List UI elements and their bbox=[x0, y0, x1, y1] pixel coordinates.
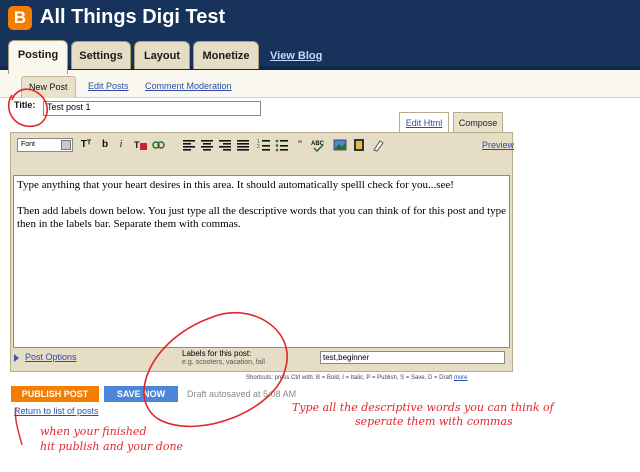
posting-subnav: New Post Edit Posts Comment Moderation bbox=[0, 70, 640, 98]
tab-settings[interactable]: Settings bbox=[71, 41, 131, 69]
text-size-icon[interactable]: Tᵀ bbox=[78, 138, 94, 152]
tab-compose[interactable]: Compose bbox=[453, 112, 503, 132]
annotation-labels-note: seperate them with commas bbox=[355, 415, 513, 428]
formatting-toolbar: Font Tᵀ b i T 12 “ ABC Preview bbox=[12, 136, 514, 156]
labels-example: e.g. scooters, vacation, fall bbox=[182, 359, 265, 366]
body-paragraph: Type anything that your heart desires in… bbox=[17, 179, 454, 191]
tab-posting[interactable]: Posting bbox=[8, 40, 68, 74]
draft-autosave-status: Draft autosaved at 5:08 AM bbox=[187, 389, 297, 399]
shortcuts-more-link[interactable]: more bbox=[454, 375, 468, 381]
align-left-icon[interactable] bbox=[182, 138, 196, 152]
add-image-icon[interactable] bbox=[333, 138, 347, 152]
labels-label: Labels for this post: bbox=[182, 349, 252, 358]
remove-formatting-icon[interactable] bbox=[371, 138, 385, 152]
annotation-publish-note: when your finished bbox=[40, 425, 147, 438]
blog-title: All Things Digi Test bbox=[40, 6, 226, 28]
svg-text:2: 2 bbox=[257, 144, 260, 150]
post-body-editor[interactable]: Type anything that your heart desires in… bbox=[13, 175, 510, 348]
spellcheck-icon[interactable]: ABC bbox=[311, 138, 325, 153]
subtab-comment-moderation[interactable]: Comment Moderation bbox=[138, 76, 239, 98]
bold-icon[interactable]: b bbox=[100, 138, 110, 152]
subtab-edit-posts[interactable]: Edit Posts bbox=[81, 76, 136, 98]
tab-monetize[interactable]: Monetize bbox=[193, 41, 259, 69]
tab-edit-html[interactable]: Edit Html bbox=[399, 112, 449, 132]
expand-arrow-icon[interactable] bbox=[14, 354, 20, 362]
align-justify-icon[interactable] bbox=[236, 138, 250, 152]
annotation-labels-note: Type all the descriptive words you can t… bbox=[292, 401, 554, 414]
publish-post-button[interactable]: PUBLISH POST bbox=[11, 386, 99, 402]
blockquote-icon[interactable]: “ bbox=[293, 138, 307, 152]
post-title-input[interactable]: Test post 1 bbox=[43, 101, 261, 116]
italic-icon[interactable]: i bbox=[116, 138, 126, 152]
title-label: Title: bbox=[14, 100, 36, 110]
labels-input[interactable]: test,beginner bbox=[320, 351, 505, 364]
blogger-header: B All Things Digi Test Posting Settings … bbox=[0, 0, 640, 74]
post-options-link[interactable]: Post Options bbox=[25, 352, 77, 362]
annotation-publish-note: hit publish and your done bbox=[40, 440, 184, 453]
bullet-list-icon[interactable] bbox=[275, 138, 289, 152]
numbered-list-icon[interactable]: 12 bbox=[257, 138, 271, 152]
text-color-icon[interactable]: T bbox=[133, 138, 149, 152]
svg-text:T: T bbox=[134, 140, 140, 150]
tab-layout[interactable]: Layout bbox=[134, 41, 190, 69]
preview-link[interactable]: Preview bbox=[482, 140, 514, 150]
font-select[interactable]: Font bbox=[17, 138, 73, 152]
align-right-icon[interactable] bbox=[218, 138, 232, 152]
blogger-logo-icon[interactable]: B bbox=[8, 6, 32, 30]
view-blog-link[interactable]: View Blog bbox=[270, 50, 322, 62]
align-center-icon[interactable] bbox=[200, 138, 214, 152]
save-now-button[interactable]: SAVE NOW bbox=[104, 386, 178, 402]
link-icon[interactable] bbox=[151, 138, 167, 152]
return-to-posts-link[interactable]: Return to list of posts bbox=[14, 406, 99, 416]
body-paragraph: Then add labels down below. You just typ… bbox=[17, 205, 507, 230]
subtab-new-post[interactable]: New Post bbox=[21, 76, 76, 98]
keyboard-shortcuts-hint: Shortcuts: press Ctrl with: B = Bold, I … bbox=[246, 375, 468, 381]
add-video-icon[interactable] bbox=[352, 138, 366, 152]
